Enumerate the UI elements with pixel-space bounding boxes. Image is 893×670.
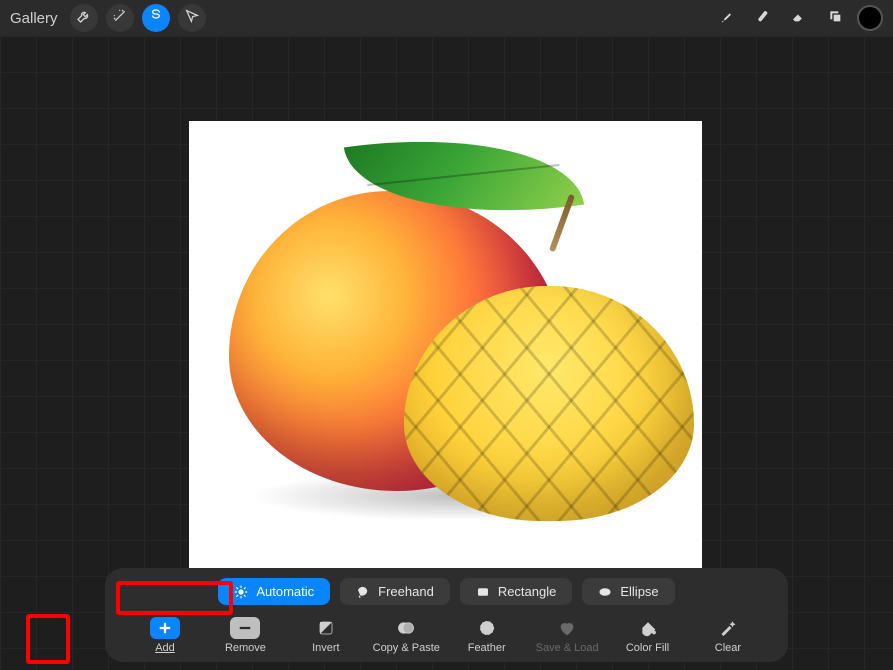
mode-label: Automatic: [256, 584, 314, 599]
top-toolbar: Gallery: [0, 0, 893, 36]
rectangle-icon: [476, 585, 490, 599]
action-label: Remove: [225, 642, 266, 654]
action-feather[interactable]: Feather: [447, 617, 527, 654]
action-remove[interactable]: Remove: [205, 617, 285, 654]
bucket-icon: [633, 617, 663, 639]
workspace: Automatic Freehand Rectangle Ellipse: [0, 36, 893, 670]
smudge-button[interactable]: [749, 4, 777, 32]
lasso-icon: [356, 585, 370, 599]
mode-rectangle[interactable]: Rectangle: [460, 578, 573, 605]
canvas[interactable]: [189, 121, 702, 571]
smudge-icon: [755, 8, 771, 29]
action-label: Add: [155, 642, 175, 654]
mode-automatic[interactable]: Automatic: [218, 578, 330, 605]
layers-button[interactable]: [821, 4, 849, 32]
mode-label: Ellipse: [620, 584, 658, 599]
feather-icon: [472, 617, 502, 639]
selection-action-row: Add Remove Invert Copy & Paste: [119, 617, 774, 654]
layers-icon: [827, 8, 843, 29]
action-label: Save & Load: [536, 642, 599, 654]
action-copy-paste[interactable]: Copy & Paste: [366, 617, 446, 654]
color-swatch[interactable]: [857, 5, 883, 31]
selection-panel: Automatic Freehand Rectangle Ellipse: [105, 568, 788, 662]
invert-icon: [311, 617, 341, 639]
brush-icon: [719, 8, 735, 29]
eraser-button[interactable]: [785, 4, 813, 32]
s-ribbon-icon: [148, 8, 164, 29]
heart-icon: [552, 617, 582, 639]
brush-button[interactable]: [713, 4, 741, 32]
eraser-icon: [791, 8, 807, 29]
adjustments-button[interactable]: [106, 4, 134, 32]
plus-icon: [150, 617, 180, 639]
gallery-link[interactable]: Gallery: [10, 10, 58, 27]
action-label: Copy & Paste: [373, 642, 440, 654]
cursor-icon: [184, 8, 200, 29]
sparkle-brush-icon: [713, 617, 743, 639]
annotation-highlight-add: [26, 614, 70, 664]
action-color-fill[interactable]: Color Fill: [608, 617, 688, 654]
action-add[interactable]: Add: [125, 617, 205, 654]
ellipse-icon: [598, 585, 612, 599]
action-invert[interactable]: Invert: [286, 617, 366, 654]
mode-ellipse[interactable]: Ellipse: [582, 578, 674, 605]
mode-freehand[interactable]: Freehand: [340, 578, 450, 605]
canvas-cut-mango: [404, 286, 694, 521]
selection-mode-row: Automatic Freehand Rectangle Ellipse: [119, 578, 774, 605]
wrench-icon: [76, 8, 92, 29]
transform-button[interactable]: [178, 4, 206, 32]
minus-icon: [230, 617, 260, 639]
selection-tool-button[interactable]: [142, 4, 170, 32]
burst-icon: [234, 585, 248, 599]
wand-icon: [112, 8, 128, 29]
action-label: Feather: [468, 642, 506, 654]
action-clear[interactable]: Clear: [688, 617, 768, 654]
action-label: Invert: [312, 642, 340, 654]
action-save-load: Save & Load: [527, 617, 607, 654]
copy-paste-icon: [391, 617, 421, 639]
mode-label: Freehand: [378, 584, 434, 599]
actions-button[interactable]: [70, 4, 98, 32]
action-label: Clear: [715, 642, 741, 654]
action-label: Color Fill: [626, 642, 669, 654]
mode-label: Rectangle: [498, 584, 557, 599]
